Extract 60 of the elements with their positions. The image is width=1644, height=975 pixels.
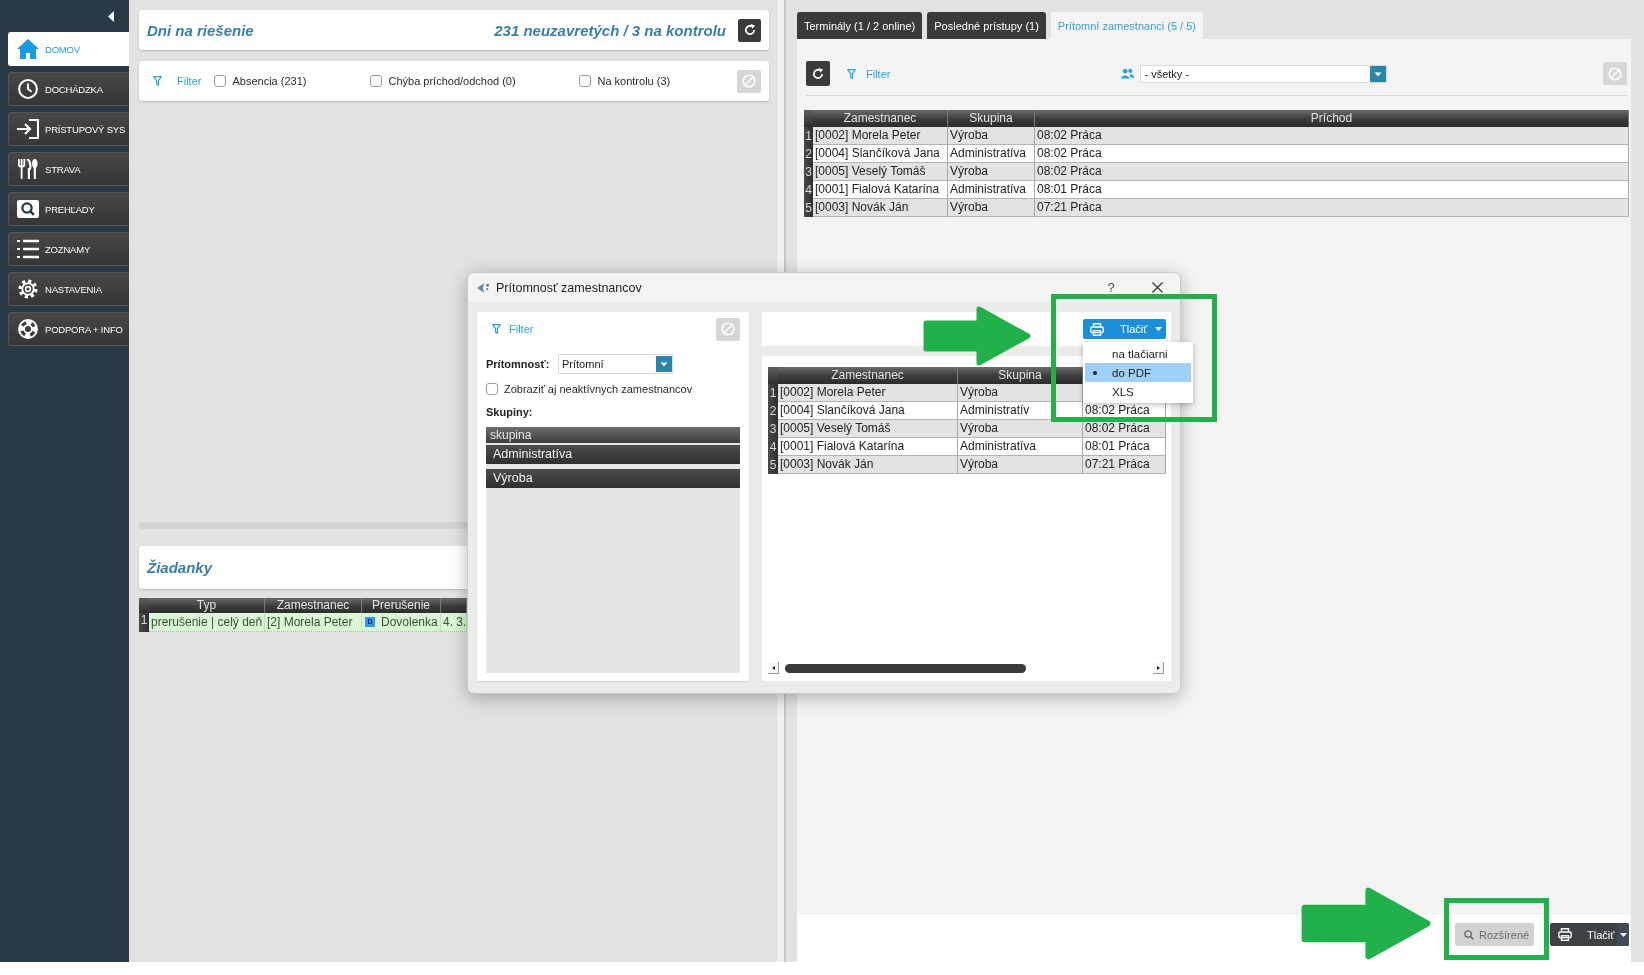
row-number: 1 xyxy=(139,613,149,632)
table-cell: Výroba xyxy=(948,199,1035,217)
table-cell: Administratíva xyxy=(948,145,1035,163)
column-header: Zamestnanec xyxy=(265,598,362,613)
table-cell: [0002] Morela Peter xyxy=(813,127,948,145)
row-number: 5 xyxy=(804,199,813,217)
table-cell: 07:21 Práca xyxy=(1083,456,1166,474)
table-cell: [0005] Veselý Tomáš xyxy=(813,163,948,181)
table-cell: 07:21 Práca xyxy=(1035,199,1629,217)
table-cell: [0002] Morela Peter xyxy=(778,384,958,402)
table-cell: 08:01 Práca xyxy=(1083,438,1166,456)
column-header: skupina xyxy=(486,427,740,443)
table-cell: prerušenie | celý deň xyxy=(149,613,265,632)
column-header: Skupina xyxy=(958,367,1083,384)
dialog-title: Prítomnosť zamestnancov xyxy=(496,280,642,295)
table-cell: [2] Morela Peter xyxy=(265,613,362,632)
card-title: Dni na riešenie xyxy=(147,21,254,39)
column-header: Prerušenie xyxy=(362,598,441,613)
checkbox-label: Absencia (231) xyxy=(232,75,307,87)
checkbox-label: Na kontrolu (3) xyxy=(597,75,671,87)
checkbox-label: Chýba príchod/odchod (0) xyxy=(388,75,516,87)
row-number: 1 xyxy=(804,127,813,145)
table-cell: [0001] Fialová Katarína xyxy=(778,438,958,456)
field-label: Skupiny: xyxy=(486,405,533,419)
table-cell: [0003] Novák Ján xyxy=(778,456,958,474)
table-cell: [0005] Veselý Tomáš xyxy=(778,420,958,438)
table-cell: [0004] Slančíková Jana xyxy=(778,402,958,420)
table-cell: Výroba xyxy=(958,420,1083,438)
table-cell: 08:02 Práca xyxy=(1035,127,1629,145)
column-header: Zamestnanec xyxy=(778,367,958,384)
row-number: 4 xyxy=(768,438,778,456)
table-cell: Výroba xyxy=(958,456,1083,474)
table-cell: [0004] Slančíková Jana xyxy=(813,145,948,163)
table-cell: Výroba xyxy=(958,384,1083,402)
table-cell: Administratíva xyxy=(948,181,1035,199)
table-cell: 08:01 Práca xyxy=(1035,181,1629,199)
column-header: Typ xyxy=(149,598,265,613)
row-number: 2 xyxy=(804,145,813,163)
column-header: Zamestnanec xyxy=(813,110,948,127)
checkbox-label: Zobraziť aj neaktívnych zamestnancov xyxy=(504,383,693,395)
row-number: 2 xyxy=(768,402,778,420)
row-number: 3 xyxy=(804,163,813,181)
table-cell: Výroba xyxy=(948,163,1035,181)
table-cell: Administratív xyxy=(958,402,1083,420)
row-number: 1 xyxy=(768,384,778,402)
table-cell: [0003] Novák Ján xyxy=(813,199,948,217)
row-number: 5 xyxy=(768,456,778,474)
field-label: Prítomnosť: xyxy=(486,358,551,370)
table-cell: 08:02 Práca xyxy=(1035,163,1629,181)
table-cell-text: Dovolenka xyxy=(381,614,438,631)
table-cell: 08:02 Práca xyxy=(1035,145,1629,163)
column-header: Skupina xyxy=(948,110,1035,127)
row-number: 3 xyxy=(768,420,778,438)
table-cell: [0001] Fialová Katarína xyxy=(813,181,948,199)
summary-counts: 231 neuzavretých / 3 na kontrolu xyxy=(494,21,726,39)
table-cell: Výroba xyxy=(948,127,1035,145)
column-header: Príchod xyxy=(1035,110,1629,127)
table-cell: Administratíva xyxy=(958,438,1083,456)
row-number: 4 xyxy=(804,181,813,199)
card-title: Žiadanky xyxy=(147,559,213,576)
